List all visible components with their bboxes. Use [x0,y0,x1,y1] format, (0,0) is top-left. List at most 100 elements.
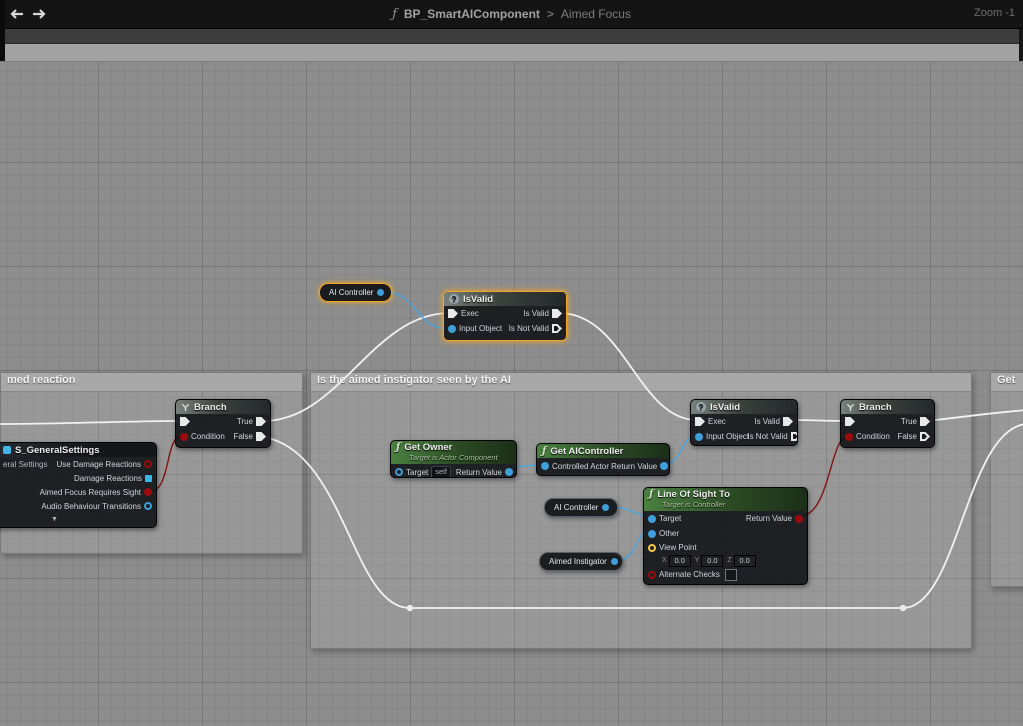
y-value-input[interactable]: 0.0 [701,555,723,567]
target-pin[interactable] [648,515,656,523]
window-right-edge [1019,29,1023,61]
branch-node-left[interactable]: Branch True Condition False [175,399,271,448]
pin-label: Return Value [611,462,657,471]
graph-title-bar: ƒ BP_SmartAIComponent > Aimed Focus Zoom… [0,0,1023,29]
pin-label: Is Not Valid [509,324,549,333]
return-value-pin[interactable] [660,462,668,470]
node-subtitle: Target is Actor Component [409,453,510,462]
line-of-sight-node[interactable]: ƒLine Of Sight To Target is Controller T… [643,487,808,585]
branch-icon [846,403,855,412]
isvalid-node-right[interactable]: ? IsValid Exec Is Valid Input Object Is … [690,399,798,446]
true-exec-pin[interactable] [256,417,266,426]
condition-pin[interactable] [180,433,188,441]
input-object-pin[interactable] [448,325,456,333]
y-axis-label: Y [695,557,700,564]
x-value-input[interactable]: 0.0 [669,555,691,567]
x-axis-label: X [662,557,667,564]
get-owner-node[interactable]: ƒGet Owner Target is Actor Component Tar… [390,440,517,478]
view-point-pin[interactable] [648,544,656,552]
variable-node-ai-controller-mid[interactable]: AI Controller [544,498,618,517]
break-general-settings-node[interactable]: S_GeneralSettings eral Settings Use Dama… [0,442,157,528]
collapse-node-button[interactable]: ▼ [0,513,156,526]
question-icon: ? [449,294,459,304]
exec-in-pin[interactable] [180,417,190,426]
z-value-input[interactable]: 0.0 [734,555,756,567]
target-self-value[interactable]: self [431,466,451,478]
variable-label: Aimed Instigator [549,557,607,566]
pin-label: Exec [708,417,726,426]
blueprint-graph-editor: ƒ BP_SmartAIComponent > Aimed Focus Zoom… [0,0,1023,726]
graph-nav-arrows [7,6,49,22]
isvalid-node-top[interactable]: ? IsValid Exec Is Valid Input Object Is … [443,291,567,341]
node-title: Get Owner [404,442,452,453]
false-exec-pin[interactable] [256,432,266,441]
breadcrumb: ƒ BP_SmartAIComponent > Aimed Focus [0,0,1023,28]
window-left-edge [0,0,5,61]
exec-in-pin[interactable] [695,417,705,426]
comment-title[interactable]: Is the aimed instigator seen by the AI [311,373,971,392]
node-title: Get AIController [550,446,623,457]
node-header: ƒ Get AIController [537,444,669,458]
pin-label: Is Valid [523,309,549,318]
condition-pin[interactable] [845,433,853,441]
exec-in-pin[interactable] [845,417,855,426]
exec-in-pin[interactable] [448,309,458,318]
is-not-valid-exec-pin[interactable] [791,432,798,441]
pin-label: Exec [461,309,479,318]
graph-top-margin [0,44,1023,62]
node-header: Branch [841,400,934,414]
damage-reactions-pin[interactable] [145,475,152,482]
pin-label: Condition [856,432,890,441]
get-aicontroller-node[interactable]: ƒ Get AIController Controlled Actor Retu… [536,443,670,476]
input-object-pin[interactable] [695,433,703,441]
node-header: Branch [176,400,270,414]
node-header: ƒGet Owner Target is Actor Component [391,441,516,464]
controlled-actor-pin[interactable] [541,462,549,470]
true-exec-pin[interactable] [920,417,930,426]
comment-title[interactable]: Get [991,373,1023,392]
use-damage-reactions-pin[interactable] [144,460,152,468]
false-exec-pin[interactable] [920,432,930,441]
zoom-indicator: Zoom -1 [974,7,1015,19]
pin-label: Damage Reactions [74,474,142,483]
aimed-focus-requires-sight-pin[interactable] [144,488,152,496]
struct-icon [3,446,11,454]
alternate-checks-checkbox[interactable] [725,569,737,581]
target-pin[interactable] [395,468,403,476]
pin-label: Target [659,514,681,523]
node-header: ? IsValid [691,400,797,414]
audio-behaviour-transitions-pin[interactable] [144,502,152,510]
back-button[interactable] [7,6,25,22]
return-value-pin[interactable] [505,468,513,476]
comment-title[interactable]: med reaction [1,373,302,392]
variable-node-aimed-instigator[interactable]: Aimed Instigator [539,552,623,571]
variable-output-pin[interactable] [611,558,618,565]
breadcrumb-blueprint-name[interactable]: BP_SmartAIComponent [404,7,540,21]
variable-node-ai-controller-top[interactable]: AI Controller [319,283,392,302]
is-valid-exec-pin[interactable] [783,417,793,426]
breadcrumb-graph-name[interactable]: Aimed Focus [561,7,631,21]
pin-label: eral Settings [3,460,47,469]
node-title: IsValid [710,402,740,413]
question-icon: ? [696,402,706,412]
alternate-checks-pin[interactable] [648,571,656,579]
is-valid-exec-pin[interactable] [552,309,562,318]
pin-label: Audio Behaviour Transitions [41,502,141,511]
node-subtitle: Target is Controller [662,500,801,509]
comment-get[interactable]: Get [990,372,1023,587]
node-title: Line Of Sight To [657,489,730,500]
return-value-pin[interactable] [795,515,803,523]
node-header: ƒLine Of Sight To Target is Controller [644,488,807,511]
is-not-valid-exec-pin[interactable] [552,324,562,333]
pin-label: Input Object [459,324,502,333]
branch-node-right[interactable]: Branch True Condition False [840,399,935,448]
node-title: S_GeneralSettings [15,445,99,456]
function-icon: ƒ [542,446,546,457]
pin-label: Is Not Valid [747,432,787,441]
other-pin[interactable] [648,530,656,538]
variable-output-pin[interactable] [377,289,384,296]
forward-arrow-icon [32,8,48,20]
pin-label: Use Damage Reactions [57,460,141,469]
variable-output-pin[interactable] [602,504,609,511]
forward-button[interactable] [31,6,49,22]
